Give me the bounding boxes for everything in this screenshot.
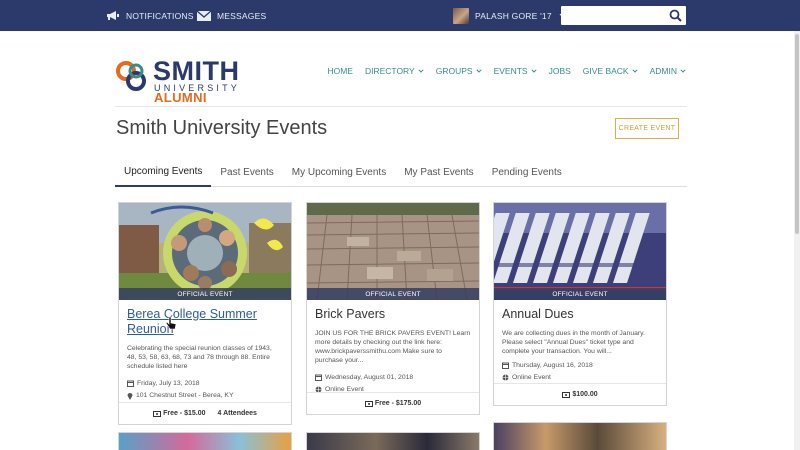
nav-events-label: EVENTS [493, 66, 528, 76]
chevron-down-icon [531, 69, 537, 73]
event-price-text: Free - $15.00 [163, 410, 206, 417]
event-price: Free - $175.00 [364, 400, 422, 407]
tab-pending-events[interactable]: Pending Events [483, 158, 571, 187]
search-input[interactable] [561, 6, 686, 25]
top-bar: NOTIFICATIONS MESSAGES PALASH GORE '17 [0, 0, 800, 31]
calendar-icon [315, 374, 322, 381]
user-name: PALASH GORE '17 [475, 10, 552, 21]
nav-give-back-label: GIVE BACK [582, 66, 629, 76]
globe-icon [502, 374, 509, 381]
event-footer: $100.00 [494, 383, 666, 405]
nav-give-back[interactable]: GIVE BACK [583, 66, 638, 76]
notifications-link[interactable]: NOTIFICATIONS [106, 0, 194, 31]
official-event-badge: OFFICIAL EVENT [119, 288, 291, 300]
event-price: $100.00 [562, 391, 598, 398]
ticket-icon [562, 391, 571, 398]
nav-admin-label: ADMIN [649, 66, 677, 76]
header-divider [115, 106, 687, 107]
event-price-text: Free - $175.00 [374, 400, 422, 407]
event-footer: Free - $15.00 4 Attendees [119, 402, 291, 424]
search-icon[interactable] [669, 9, 682, 22]
notifications-label: NOTIFICATIONS [126, 10, 194, 21]
nav-groups-label: GROUPS [435, 66, 473, 76]
logo-alumni-text: ALUMNI [154, 90, 207, 105]
event-date: Friday, July 13, 2018 [127, 379, 283, 388]
page-title: Smith University Events [116, 117, 328, 139]
nav-jobs-label: JOBS [548, 66, 571, 76]
event-location: Online Event [502, 373, 658, 382]
logo-mark-icon [116, 61, 146, 91]
event-date: Thursday, August 16, 2018 [502, 361, 658, 370]
megaphone-icon [107, 11, 119, 20]
nav-home[interactable]: HOME [327, 66, 353, 76]
event-date-text: Thursday, August 16, 2018 [512, 362, 593, 369]
avatar [453, 7, 469, 24]
official-event-badge: OFFICIAL EVENT [307, 288, 479, 300]
event-date-text: Wednesday, August 01, 2018 [325, 374, 414, 381]
ticket-icon [364, 400, 373, 407]
nav-home-label: HOME [327, 66, 353, 76]
nav-groups[interactable]: GROUPS [436, 66, 482, 76]
event-date: Wednesday, August 01, 2018 [315, 373, 471, 382]
hand-cursor-icon [165, 316, 177, 330]
tab-my-past-events[interactable]: My Past Events [395, 158, 482, 187]
logo-smith-text: SMITH [153, 56, 240, 86]
event-location-text: Online Event [512, 374, 551, 381]
tab-my-upcoming-events[interactable]: My Upcoming Events [283, 158, 395, 187]
keyboard-image [494, 203, 666, 300]
event-card[interactable]: OFFICIAL EVENT Brick Pavers JOIN US FOR … [306, 202, 480, 415]
brick-pavers-image [307, 203, 479, 300]
event-title[interactable]: Brick Pavers [315, 307, 471, 322]
event-card-partial[interactable] [118, 432, 292, 450]
tab-past-events[interactable]: Past Events [211, 158, 282, 187]
chevron-down-icon [680, 69, 686, 73]
event-description: We are collecting dues in the month of J… [502, 330, 645, 355]
smith-alumni-logo[interactable]: SMITH UNIVERSITY ALUMNI [115, 57, 250, 105]
calendar-icon [127, 380, 134, 387]
nav-jobs[interactable]: JOBS [549, 66, 571, 76]
event-card-partial[interactable] [306, 432, 480, 450]
reunion-collage-image [119, 203, 291, 300]
chevron-down-icon [632, 69, 638, 73]
create-event-button[interactable]: CREATE EVENT [615, 118, 679, 139]
envelope-icon [197, 10, 211, 21]
user-menu[interactable]: PALASH GORE '17 [453, 0, 572, 31]
tab-upcoming-events[interactable]: Upcoming Events [115, 158, 212, 187]
event-price: Free - $15.00 [153, 410, 206, 417]
nav-events[interactable]: EVENTS [494, 66, 537, 76]
event-image[interactable]: OFFICIAL EVENT [307, 203, 479, 300]
event-title-link[interactable]: Berea College Summer Reunion [127, 307, 283, 337]
event-footer: Free - $175.00 [307, 392, 479, 414]
event-card[interactable]: OFFICIAL EVENT Annual Dues We are collec… [493, 202, 667, 406]
chevron-down-icon [476, 69, 482, 73]
map-marker-icon [127, 392, 133, 400]
event-card-partial[interactable] [493, 422, 667, 450]
event-image[interactable]: OFFICIAL EVENT [119, 203, 291, 300]
event-location-text: 101 Chestnut Street - Berea, KY [136, 392, 234, 399]
event-attendees[interactable]: 4 Attendees [218, 410, 257, 417]
event-date-text: Friday, July 13, 2018 [137, 380, 200, 387]
official-event-badge: OFFICIAL EVENT [494, 288, 666, 300]
main-nav: HOME DIRECTORY GROUPS EVENTS JOBS GIVE B… [327, 66, 686, 76]
nav-directory-label: DIRECTORY [364, 66, 415, 76]
nav-directory[interactable]: DIRECTORY [365, 66, 424, 76]
event-tabs: Upcoming Events Past Events My Upcoming … [115, 158, 687, 187]
nav-admin[interactable]: ADMIN [650, 66, 686, 76]
event-title[interactable]: Annual Dues [502, 307, 658, 322]
messages-link[interactable]: MESSAGES [197, 0, 266, 31]
event-description: Celebrating the special reunion classes … [127, 345, 272, 370]
event-location: 101 Chestnut Street - Berea, KY [127, 391, 283, 400]
event-card[interactable]: OFFICIAL EVENT Berea College Summer Reun… [118, 202, 292, 425]
event-image[interactable]: OFFICIAL EVENT [494, 203, 666, 300]
event-price-text: $100.00 [572, 391, 598, 398]
chevron-down-icon [418, 69, 424, 73]
messages-label: MESSAGES [217, 10, 267, 21]
event-description: JOIN US FOR THE BRICK PAVERS EVENT! Lear… [315, 330, 471, 364]
ticket-icon [153, 410, 162, 417]
calendar-icon [502, 362, 509, 369]
scrollbar-thumb[interactable] [795, 34, 799, 234]
